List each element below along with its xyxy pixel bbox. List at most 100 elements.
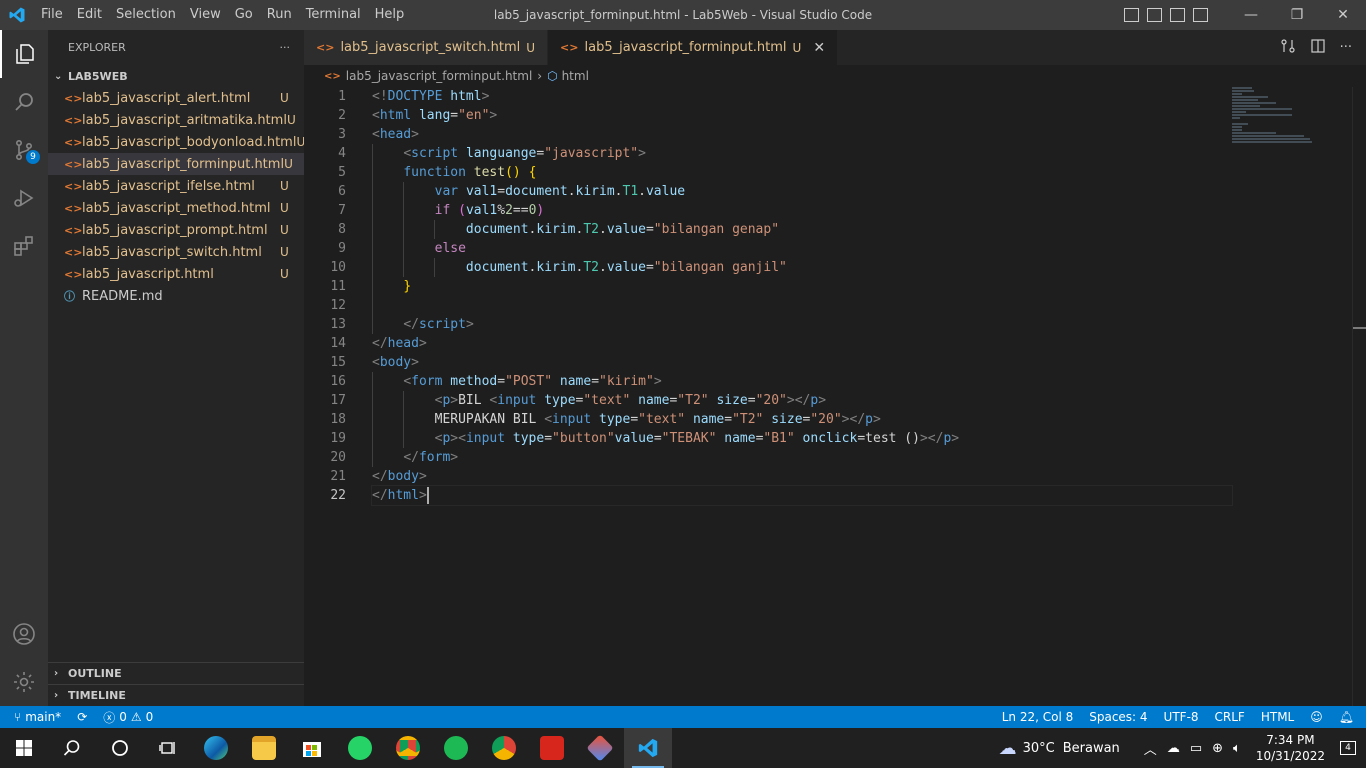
sync-button[interactable]: ⟳ xyxy=(69,706,95,728)
cortana-icon[interactable] xyxy=(96,728,144,768)
minimap[interactable] xyxy=(1232,87,1352,147)
explorer-sidebar: EXPLORER ··· ⌄ LAB5WEB <> lab5_javascrip… xyxy=(48,30,305,706)
close-icon[interactable]: ✕ xyxy=(813,40,825,56)
accounts-icon[interactable] xyxy=(0,610,48,658)
code-lines[interactable]: <!DOCTYPE html> <html lang="en"> <head> … xyxy=(371,87,1233,506)
menu-view[interactable]: View xyxy=(183,0,228,30)
file-item[interactable]: <> lab5_javascript_alert.html U xyxy=(48,87,304,109)
file-item[interactable]: <> lab5_javascript_bodyonload.html U xyxy=(48,131,305,153)
explorer-more-button[interactable]: ··· xyxy=(280,41,291,54)
tab-forminput[interactable]: <> lab5_javascript_forminput.html U ✕ xyxy=(548,30,839,65)
file-item[interactable]: ⓘ README.md xyxy=(48,285,304,307)
code-line: var val1=document.kirim.T1.value xyxy=(372,182,1232,201)
system-tray: ☁ 30°C Berawan ︿ ☁ ▭ ⊕ 🔈︎ 7:34 PM 10/31/… xyxy=(994,728,1366,768)
branch-indicator[interactable]: ⑂ main* xyxy=(0,706,69,728)
source-control-icon[interactable]: 9 xyxy=(0,126,48,174)
maximize-button[interactable]: ❐ xyxy=(1274,0,1320,30)
microsoft-store-icon[interactable] xyxy=(288,728,336,768)
weather-widget[interactable]: ☁ 30°C Berawan xyxy=(994,738,1139,759)
scrollbar-thumb[interactable] xyxy=(1353,327,1366,329)
git-branch-icon: ⑂ xyxy=(14,710,22,724)
error-count: 0 xyxy=(119,710,127,724)
breadcrumb-file[interactable]: lab5_javascript_forminput.html xyxy=(346,69,533,83)
branch-name: main* xyxy=(25,710,62,724)
editor-scrollbar[interactable] xyxy=(1352,87,1366,706)
file-item[interactable]: <> lab5_javascript_method.html U xyxy=(48,197,304,219)
file-explorer-icon[interactable] xyxy=(240,728,288,768)
menu-run[interactable]: Run xyxy=(260,0,299,30)
git-gui-icon[interactable] xyxy=(576,728,624,768)
task-view-icon[interactable] xyxy=(144,728,192,768)
html-file-icon: <> xyxy=(64,223,83,237)
line-number: 1 xyxy=(338,89,346,104)
run-debug-icon[interactable] xyxy=(0,174,48,222)
outline-section[interactable]: › OUTLINE xyxy=(48,662,304,684)
html-file-icon: <> xyxy=(64,245,83,259)
spotify-icon[interactable] xyxy=(432,728,480,768)
weather-desc: Berawan xyxy=(1062,740,1120,756)
more-actions-icon[interactable]: ··· xyxy=(1340,40,1352,55)
cursor-position[interactable]: Ln 22, Col 8 xyxy=(994,706,1082,728)
file-item[interactable]: <> lab5_javascript_ifelse.html U xyxy=(48,175,304,197)
chevron-up-icon[interactable]: ︿ xyxy=(1139,739,1162,758)
file-item[interactable]: <> lab5_javascript.html U xyxy=(48,263,304,285)
code-editor[interactable]: 1 2 3 4 5 6 7 8 9 10 11 12 13 14 15 16 1… xyxy=(304,87,1366,706)
line-number: 14 xyxy=(330,336,346,351)
search-icon[interactable] xyxy=(48,728,96,768)
menu-file[interactable]: File xyxy=(34,0,70,30)
manage-gear-icon[interactable] xyxy=(0,658,48,706)
explorer-icon[interactable] xyxy=(0,30,48,78)
acrobat-icon[interactable] xyxy=(528,728,576,768)
end-of-line[interactable]: CRLF xyxy=(1207,706,1253,728)
feedback-icon[interactable]: ☺ xyxy=(1302,706,1331,728)
file-item[interactable]: <> lab5_javascript_aritmatika.html U xyxy=(48,109,304,131)
minimize-button[interactable]: — xyxy=(1228,0,1274,30)
tab-status: U xyxy=(526,40,536,55)
code-line: </form> xyxy=(372,448,1232,467)
editor-tabs: <> lab5_javascript_switch.html U <> lab5… xyxy=(304,30,1366,65)
file-status: U xyxy=(286,113,296,127)
battery-icon[interactable]: ▭ xyxy=(1185,741,1207,756)
encoding[interactable]: UTF-8 xyxy=(1156,706,1207,728)
search-icon[interactable] xyxy=(0,78,48,126)
menu-edit[interactable]: Edit xyxy=(70,0,109,30)
notification-center-icon[interactable]: 4 xyxy=(1335,741,1366,755)
onedrive-icon[interactable]: ☁ xyxy=(1162,741,1185,756)
vscode-logo-icon[interactable] xyxy=(0,0,34,30)
volume-icon[interactable]: 🔈︎ xyxy=(1228,741,1246,756)
breadcrumb-symbol[interactable]: html xyxy=(562,69,589,83)
notifications-bell-icon[interactable]: 🔔︎ xyxy=(1331,706,1366,728)
windows-start-icon[interactable] xyxy=(0,728,48,768)
file-item-selected[interactable]: <> lab5_javascript_forminput.html U xyxy=(48,153,304,175)
cloud-icon: ☁ xyxy=(998,737,1017,759)
extensions-icon[interactable] xyxy=(0,222,48,270)
customize-layout-icon[interactable] xyxy=(1193,8,1208,22)
chrome-profile-icon[interactable] xyxy=(480,728,528,768)
vscode-taskbar-icon[interactable] xyxy=(624,728,672,768)
clock[interactable]: 7:34 PM 10/31/2022 xyxy=(1246,732,1335,764)
menu-selection[interactable]: Selection xyxy=(109,0,183,30)
edge-browser-icon[interactable] xyxy=(192,728,240,768)
indentation[interactable]: Spaces: 4 xyxy=(1081,706,1155,728)
file-item[interactable]: <> lab5_javascript_switch.html U xyxy=(48,241,304,263)
menu-help[interactable]: Help xyxy=(368,0,412,30)
toggle-panel-icon[interactable] xyxy=(1147,8,1162,22)
clock-date: 10/31/2022 xyxy=(1255,749,1325,763)
chrome-icon[interactable] xyxy=(384,728,432,768)
language-mode[interactable]: HTML xyxy=(1253,706,1302,728)
timeline-section[interactable]: › TIMELINE xyxy=(48,684,304,706)
file-item[interactable]: <> lab5_javascript_prompt.html U xyxy=(48,219,304,241)
menu-terminal[interactable]: Terminal xyxy=(299,0,368,30)
toggle-secondary-sidebar-icon[interactable] xyxy=(1170,8,1185,22)
split-editor-icon[interactable] xyxy=(1310,38,1326,58)
close-button[interactable]: ✕ xyxy=(1320,0,1366,30)
whatsapp-icon[interactable] xyxy=(336,728,384,768)
file-name: README.md xyxy=(82,288,163,304)
problems-indicator[interactable]: ⓧ 0 ⚠ 0 xyxy=(95,706,161,728)
tab-switch[interactable]: <> lab5_javascript_switch.html U xyxy=(304,30,549,65)
menu-go[interactable]: Go xyxy=(228,0,260,30)
toggle-primary-sidebar-icon[interactable] xyxy=(1124,8,1139,22)
folder-lab5web[interactable]: ⌄ LAB5WEB xyxy=(48,65,304,87)
open-changes-icon[interactable] xyxy=(1280,38,1296,58)
network-globe-icon[interactable]: ⊕ xyxy=(1207,741,1228,756)
